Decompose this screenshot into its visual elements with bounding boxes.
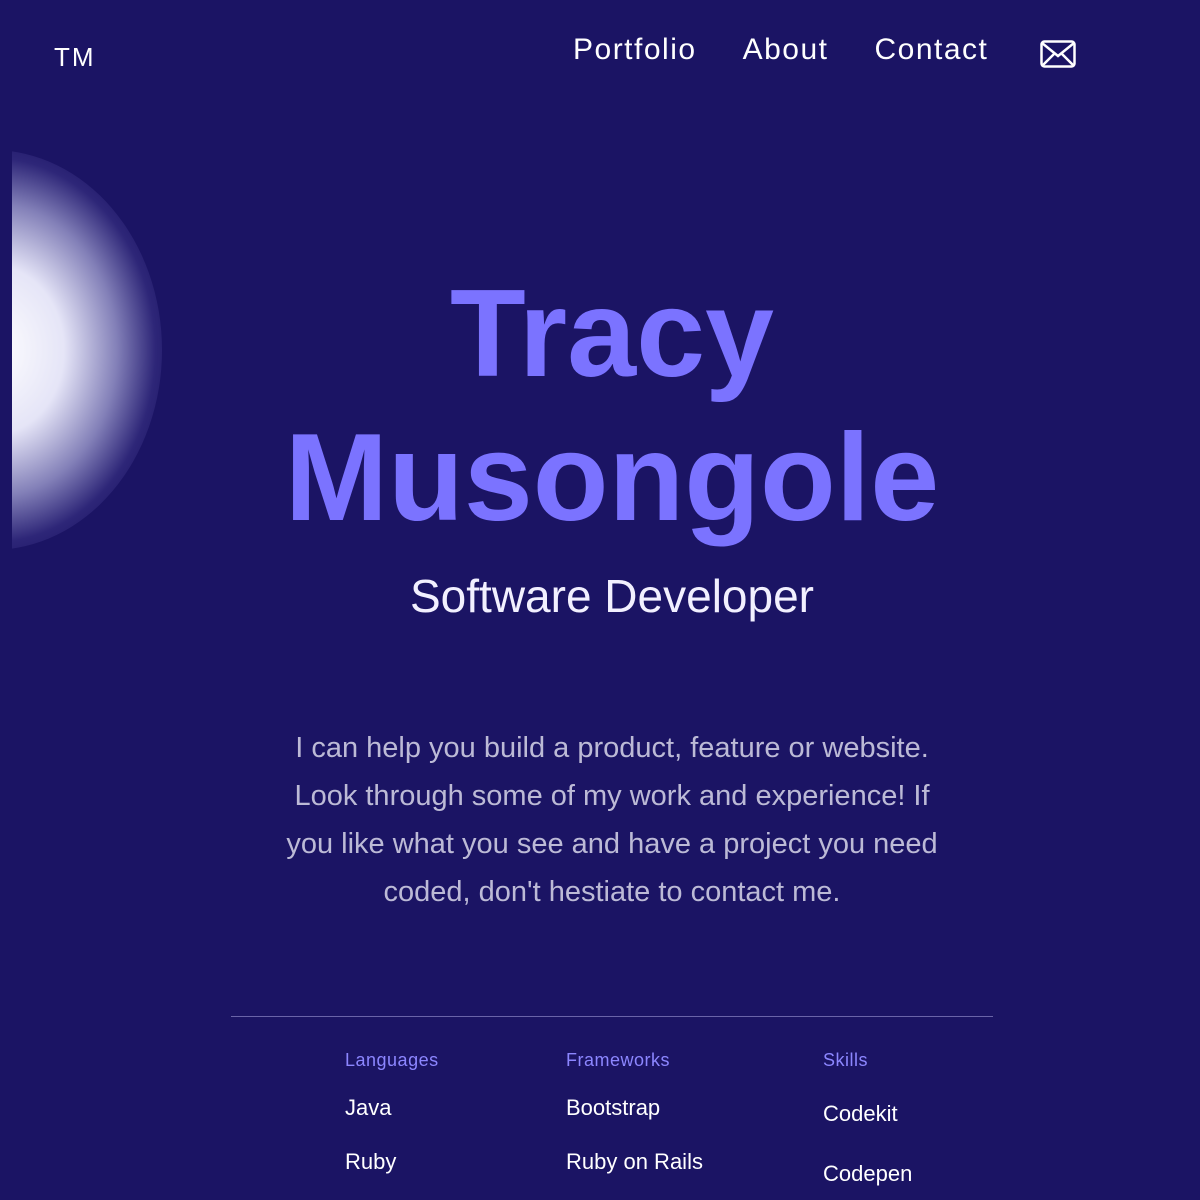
languages-column: Languages Java Ruby xyxy=(345,1048,439,1176)
skill-item: Codekit xyxy=(823,1101,898,1126)
framework-item: Ruby on Rails xyxy=(566,1149,703,1174)
skills-column: Skills Codekit Codepen xyxy=(823,1048,912,1188)
hero-first-name: Tracy xyxy=(449,265,775,403)
framework-item: Bootstrap xyxy=(566,1095,661,1120)
frameworks-column: Frameworks Bootstrap Ruby on Rails xyxy=(566,1048,703,1176)
site-logo[interactable]: TM xyxy=(54,42,96,73)
hero-name: Tracy Musongole xyxy=(0,262,1200,550)
nav-link-portfolio[interactable]: Portfolio xyxy=(573,32,697,68)
hero-last-name: Musongole xyxy=(284,409,940,547)
skills-heading: Skills xyxy=(823,1050,869,1070)
frameworks-heading: Frameworks xyxy=(566,1050,671,1070)
main-nav: Portfolio About Contact xyxy=(573,32,1077,68)
skill-item: Codepen xyxy=(823,1161,913,1186)
language-item: Ruby xyxy=(345,1149,397,1174)
page: TM Portfolio About Contact Tracy Musongo… xyxy=(0,0,1200,1200)
envelope-icon[interactable] xyxy=(1040,40,1077,68)
hero-subtitle: Software Developer xyxy=(410,570,814,622)
nav-link-contact[interactable]: Contact xyxy=(874,32,988,68)
nav-link-about[interactable]: About xyxy=(743,32,829,68)
section-divider xyxy=(231,1016,993,1017)
languages-heading: Languages xyxy=(345,1050,439,1070)
intro-text: I can help you build a product, feature … xyxy=(286,732,938,908)
language-item: Java xyxy=(345,1095,392,1120)
